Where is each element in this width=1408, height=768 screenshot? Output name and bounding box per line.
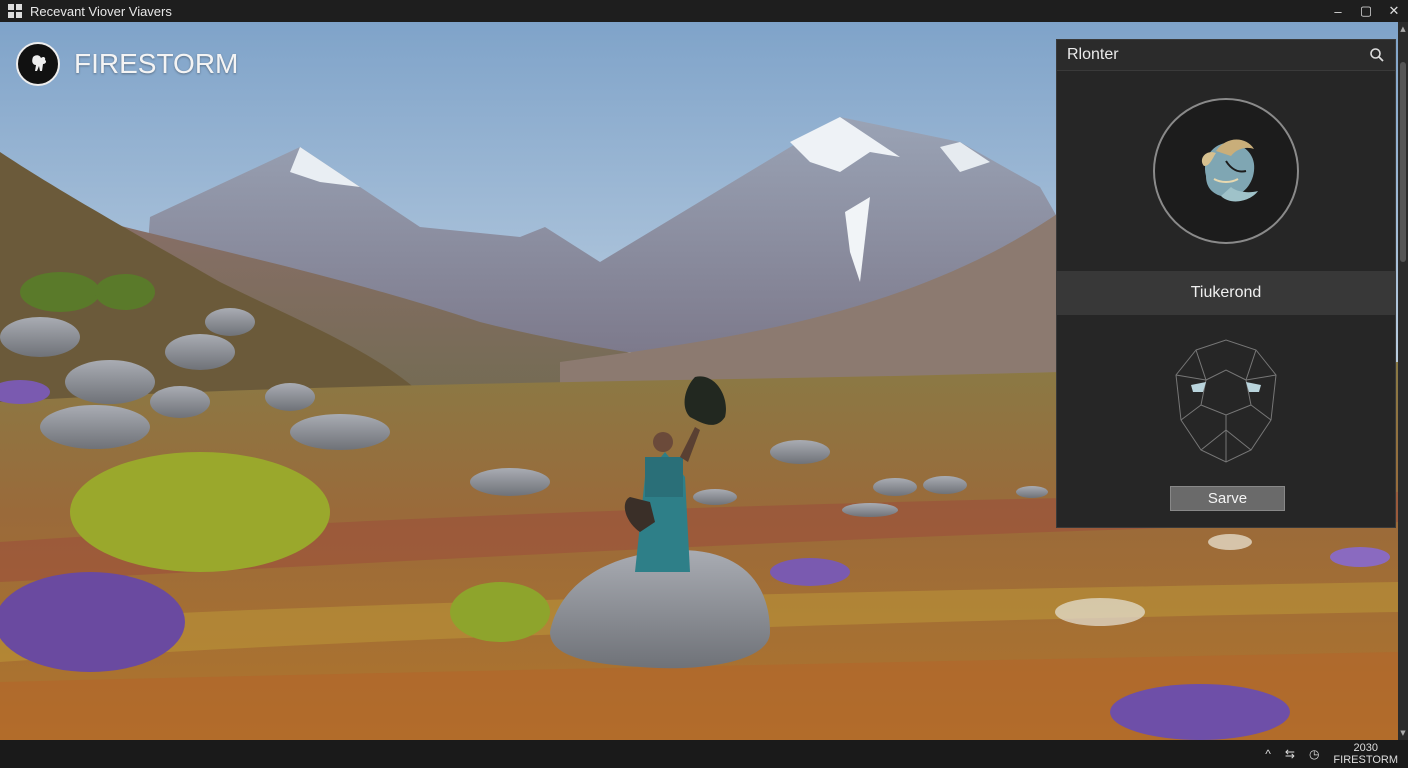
windows-app-icon: [8, 4, 22, 18]
tray-expand-icon[interactable]: ^: [1265, 747, 1271, 761]
maximize-button[interactable]: ▢: [1352, 0, 1380, 22]
close-button[interactable]: ✕: [1380, 0, 1408, 22]
face-mask-section: [1057, 315, 1395, 485]
panel-header: Rlonter: [1057, 40, 1395, 71]
clock-time: 2030: [1353, 742, 1378, 754]
firestorm-logo-icon: [16, 42, 60, 86]
system-tray: ^ ⇆ ◷ 2030 FIRESTORM: [1265, 740, 1398, 768]
clock-label: FIRESTORM: [1333, 754, 1398, 766]
network-icon[interactable]: ⇆: [1285, 747, 1295, 761]
taskbar: ^ ⇆ ◷ 2030 FIRESTORM: [0, 740, 1408, 768]
avatar[interactable]: [1153, 98, 1299, 244]
save-button[interactable]: Sarve: [1170, 486, 1285, 511]
scroll-down-arrow-icon[interactable]: ▼: [1398, 728, 1408, 738]
vertical-scrollbar[interactable]: ▲ ▼: [1398, 22, 1408, 740]
profile-name-label: Tiukerond: [1057, 271, 1395, 315]
window-title: Recevant Viover Viavers: [30, 3, 172, 19]
feather-emblem-icon: [1201, 139, 1258, 202]
panel-title: Rlonter: [1067, 46, 1119, 63]
window-titlebar: Recevant Viover Viavers – ▢ ✕: [0, 0, 1408, 22]
scroll-up-arrow-icon[interactable]: ▲: [1398, 24, 1408, 34]
brand-name: FIRESTORM: [74, 48, 239, 79]
face-mask-icon: [1175, 339, 1277, 463]
profile-panel: Rlonter Tiukerond Sarve: [1056, 39, 1396, 528]
avatar-section: [1057, 71, 1395, 271]
taskbar-clock[interactable]: 2030 FIRESTORM: [1333, 742, 1398, 766]
search-icon[interactable]: [1369, 47, 1385, 63]
clock-icon[interactable]: ◷: [1309, 747, 1319, 761]
brand: FIRESTORM: [16, 42, 238, 86]
minimize-button[interactable]: –: [1324, 0, 1352, 22]
scrollbar-thumb[interactable]: [1400, 62, 1406, 262]
